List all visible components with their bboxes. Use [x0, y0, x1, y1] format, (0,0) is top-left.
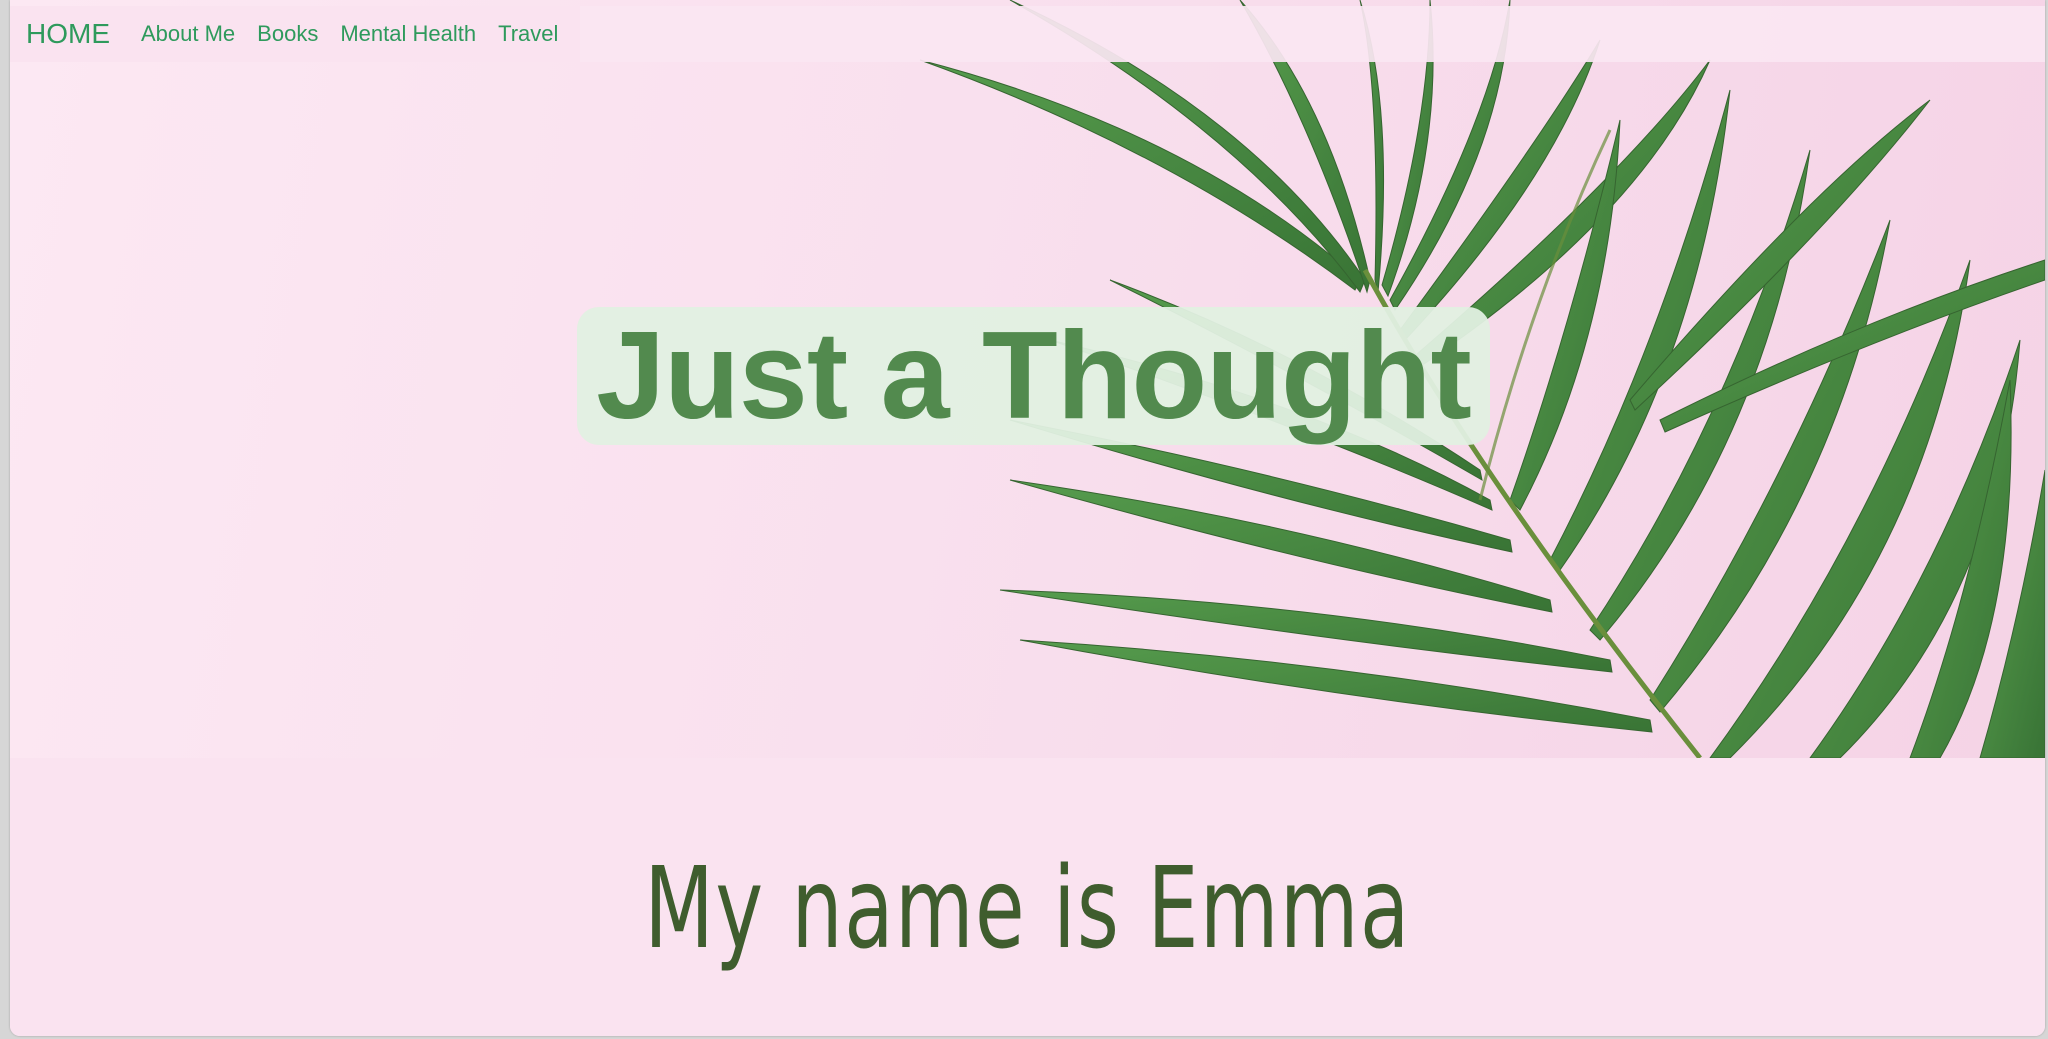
top-navbar: HOME About Me Books Mental Health Travel — [10, 6, 2045, 62]
nav-link-travel[interactable]: Travel — [498, 21, 558, 47]
home-link[interactable]: HOME — [10, 6, 130, 62]
intro-section: My name is Emma — [10, 758, 2045, 1036]
intro-heading: My name is Emma — [644, 844, 1411, 974]
nav-link-books[interactable]: Books — [257, 21, 318, 47]
hero-title: Just a Thought — [577, 307, 1490, 445]
nav-link-mental-health[interactable]: Mental Health — [340, 21, 476, 47]
nav-link-about-me[interactable]: About Me — [141, 21, 235, 47]
nav-links: About Me Books Mental Health Travel — [130, 6, 581, 62]
browser-page: HOME About Me Books Mental Health Travel… — [10, 0, 2045, 1036]
